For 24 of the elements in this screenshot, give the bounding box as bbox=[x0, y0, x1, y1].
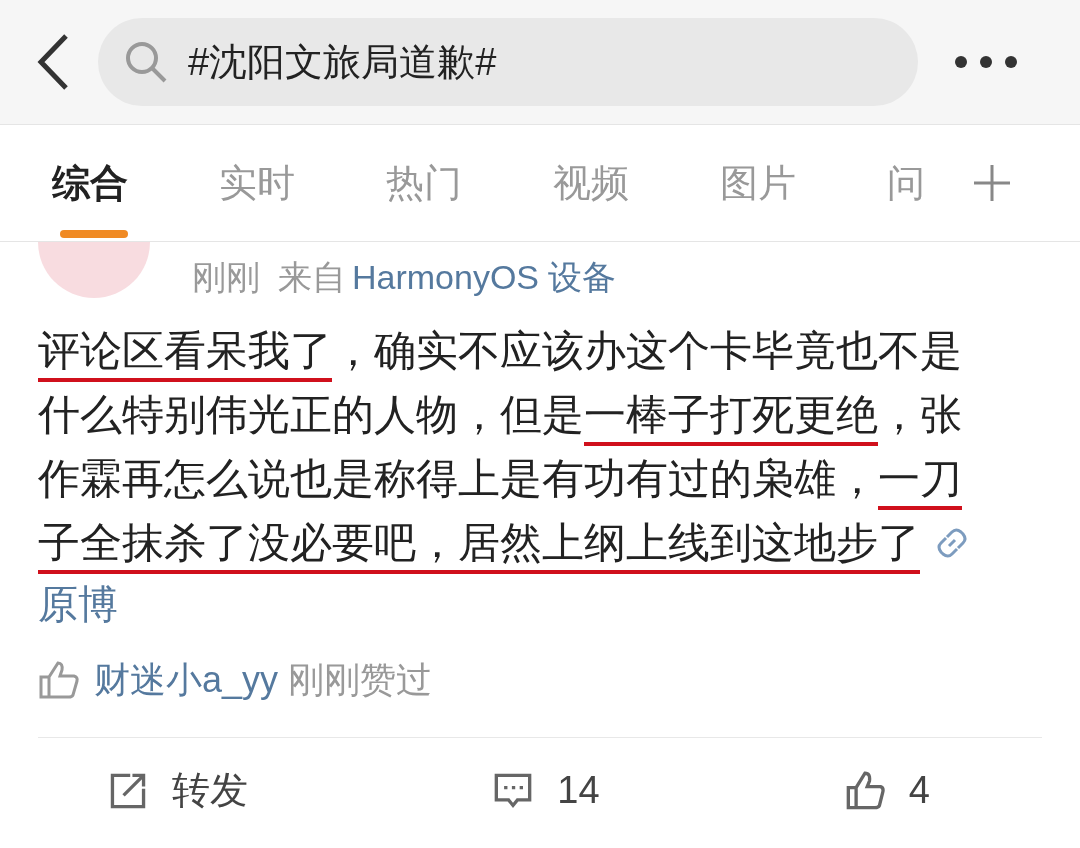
source-link[interactable]: HarmonyOS 设备 bbox=[352, 252, 617, 303]
search-icon bbox=[124, 40, 168, 84]
tab[interactable]: 图片 bbox=[668, 124, 835, 242]
liker-name[interactable]: 财迷小a_yy bbox=[94, 653, 279, 707]
like-button[interactable]: 4 bbox=[844, 762, 930, 819]
tab[interactable]: 实时 bbox=[167, 124, 334, 242]
search-query: #沈阳文旅局道歉# bbox=[188, 39, 497, 85]
thumbs-up-icon bbox=[844, 770, 885, 811]
tab[interactable]: 视频 bbox=[501, 124, 668, 242]
search-field[interactable]: #沈阳文旅局道歉# bbox=[98, 18, 918, 106]
post-text: 评论区看呆我了，确实不应该办这个卡毕竟也不是什么特别伟光正的人物，但是一棒子打死更绝，张作霖再怎么说也是称得上是有功有过的枭雄，一刀子全抹杀了没必要吧，居然上纲上线到这地步了 bbox=[0, 303, 1040, 575]
original-post-link[interactable]: 原博 bbox=[38, 582, 118, 626]
repost-button[interactable]: 转发 bbox=[108, 762, 248, 819]
tab[interactable]: 热门 bbox=[334, 124, 501, 242]
comment-button[interactable]: 14 bbox=[493, 762, 600, 819]
source-label: 来自 bbox=[278, 257, 346, 298]
add-icon[interactable] bbox=[972, 163, 1012, 203]
back-icon[interactable] bbox=[36, 33, 70, 91]
tab[interactable]: 综合 bbox=[0, 124, 167, 242]
thumbs-up-icon bbox=[38, 660, 80, 700]
more-icon[interactable] bbox=[954, 55, 1018, 69]
post-time: 刚刚 bbox=[192, 257, 260, 298]
liked-text: 刚刚赞过 bbox=[288, 658, 433, 702]
tab[interactable]: 问 bbox=[835, 124, 970, 242]
